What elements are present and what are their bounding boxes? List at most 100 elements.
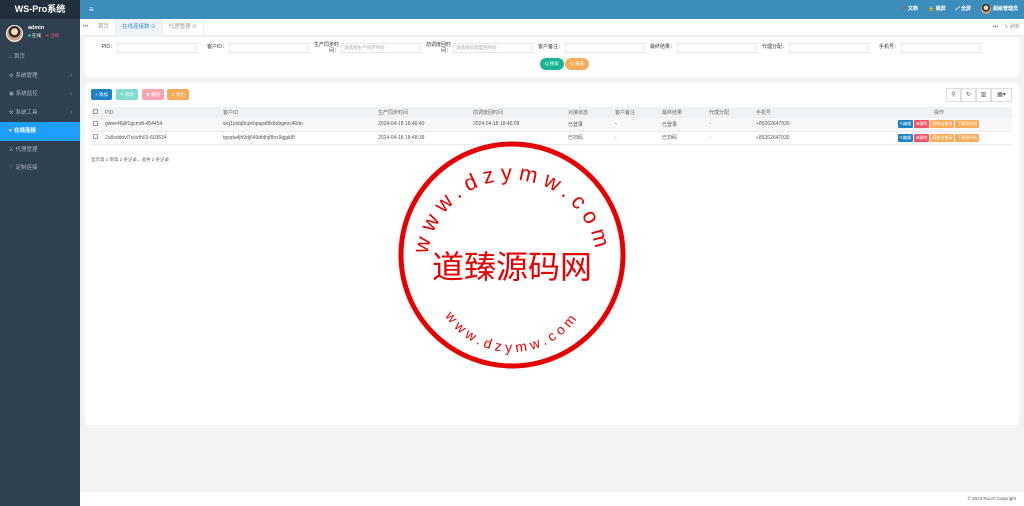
checkbox-icon[interactable]	[93, 120, 98, 126]
seal-center-text: 道臻源码网	[432, 248, 592, 286]
sidebar-item-tools[interactable]: ⚒ 系统工具 ‹	[0, 104, 80, 123]
edit-button[interactable]: ✎ 修改	[116, 89, 139, 100]
user-panel: admin 在线 ➜ 注销	[0, 19, 80, 45]
pid-input[interactable]	[117, 43, 197, 53]
client-id-input[interactable]	[229, 43, 309, 53]
sidebar-item-proxy[interactable]: ☷ 代理管理	[0, 141, 80, 160]
row-get-code-button[interactable]: 获取出售码	[930, 120, 955, 129]
tab-online[interactable]: 在线连接数 ⊙	[116, 19, 163, 36]
cell-phone: +85262647930	[754, 118, 864, 132]
seal-bottom-text: www.dzymw.com	[442, 307, 582, 355]
chevron-left-icon: ‹	[70, 91, 72, 97]
callback-time-field: 前调度回时间： 请选择前调度回时间	[426, 42, 533, 54]
cell-phone: +85262647930	[754, 131, 864, 145]
tab-scroll-right-icon[interactable]: ⏭	[993, 19, 998, 36]
avatar[interactable]	[6, 25, 23, 42]
cell-result: 已登录	[660, 118, 707, 132]
add-button[interactable]: + 添加	[91, 89, 112, 100]
export-menu-icon[interactable]: ▦▾	[991, 88, 1012, 102]
sidebar-item-monitor[interactable]: ▣ 系统监控 ‹	[0, 85, 80, 104]
checkbox-icon[interactable]	[93, 109, 98, 114]
tab-proxy[interactable]: 代理管理 ⊙	[163, 19, 204, 36]
row-delete-button[interactable]: ✖删除	[914, 120, 930, 129]
tab-home[interactable]: 首页	[92, 19, 117, 36]
col-phone[interactable]: 手机号	[754, 107, 864, 118]
cell-pid: 2u8sdddvl7nlodh03-603634	[103, 131, 221, 145]
watermark-seal: www.dzymw.com 道臻源码网 www.dzymw.com	[398, 141, 626, 369]
row-download-button[interactable]: 下载源代码	[955, 120, 980, 129]
phone-field: 手机号：	[879, 43, 981, 53]
row-download-button[interactable]: 下载源代码	[955, 133, 980, 142]
menu-toggle-icon[interactable]: ≡	[89, 0, 94, 19]
col-sync-time[interactable]: 生产同步时间	[376, 107, 471, 118]
cell-sync-time: 2024-04-18 18:46:40	[376, 118, 471, 132]
sidebar-item-online[interactable]: ♥ 在线连接	[0, 122, 80, 141]
sidebar-item-home[interactable]: ⌂ 首页	[0, 48, 80, 67]
row-get-code-button[interactable]: 获取出售码	[930, 133, 955, 142]
proxy-assign-input[interactable]	[789, 43, 869, 53]
heart-outline-icon: ♡	[9, 165, 14, 171]
col-callback-time[interactable]: 前调度回时间	[471, 107, 566, 118]
docs-link[interactable]: ❓ 文档	[900, 0, 918, 19]
delete-button[interactable]: ✖ 删除	[142, 89, 165, 100]
sidebar-item-system[interactable]: ⚙ 系统管理 ‹	[0, 67, 80, 86]
client-note-input[interactable]	[565, 43, 645, 53]
search-panel: PID： 客户ID： 生产同步时间： 请选择生产同步时间 前调度回时间： 请选择…	[85, 37, 1019, 77]
col-proxy[interactable]: 代理分配	[707, 107, 754, 118]
table-header: PID 客户ID 生产同步时间 前调度回时间 对接状态 客户备注 最终结果 代理…	[91, 107, 1012, 118]
search-button[interactable]: Q 搜索	[540, 58, 564, 70]
online-label: 在线	[32, 33, 41, 38]
row-edit-button[interactable]: ✎编辑	[897, 120, 913, 129]
row-checkbox[interactable]	[91, 118, 103, 132]
monitor-icon: ▣	[9, 91, 14, 97]
copyright: © 2023 RuoYi Copyright	[967, 496, 1016, 501]
cell-client-id: wcj1pxbj8cpehpajsi8fx6obgevc40dn	[221, 118, 376, 132]
cell-callback-time: 2024-04-18 18:46:09	[471, 118, 566, 132]
row-checkbox[interactable]	[91, 131, 103, 145]
row-edit-button[interactable]: ✎编辑	[897, 133, 913, 142]
sync-time-input[interactable]: 请选择生产同步时间	[341, 43, 421, 53]
col-result[interactable]: 最终结果	[660, 107, 707, 118]
refresh-icon[interactable]: ↻	[961, 88, 976, 102]
sidebar-menu: ⌂ 首页 ⚙ 系统管理 ‹ ▣ 系统监控 ‹ ⚒ 系统工具 ‹ ♥ 在线连接 ☷ 代理管理 ♡ 定制…	[0, 48, 80, 178]
cell-pid: gwee46jkf1gcmdt-454454	[103, 118, 221, 132]
cell-proxy: -	[707, 118, 754, 132]
phone-input[interactable]	[901, 43, 981, 53]
tabs: 首页 在线连接数 ⊙ 代理管理 ⊙	[92, 19, 204, 36]
top-links: ❓ 文档 🔒 锁屏 ⤢ 全屏 超级管理员	[900, 0, 1018, 19]
reset-button[interactable]: ↻ 重置	[565, 58, 590, 70]
lock-screen-link[interactable]: 🔒 锁屏	[928, 0, 946, 19]
client-note-field: 客户备注：	[538, 43, 645, 53]
export-button[interactable]: ⇩ 导出	[167, 89, 190, 100]
tab-bar: ⏮ 首页 在线连接数 ⊙ 代理管理 ⊙ ⏭ ↻ 刷新	[80, 19, 1024, 36]
sidebar-item-custom[interactable]: ♡ 定制连接	[0, 159, 80, 178]
pagination-info: 显示第 1 到第 2 条记录，总共 2 条记录	[91, 157, 170, 162]
app-title: WS-Pro系统	[0, 0, 80, 19]
row-delete-button[interactable]: ✖删除	[914, 133, 930, 142]
chevron-left-icon: ‹	[70, 72, 72, 79]
refresh-button[interactable]: ↻ 刷新	[1004, 19, 1020, 36]
user-status: 在线 ➜ 注销	[28, 33, 59, 39]
cell-note: -	[613, 118, 660, 132]
logout-link[interactable]: ➜ 注销	[45, 33, 59, 38]
checkbox-icon[interactable]	[93, 134, 98, 139]
col-pid[interactable]: PID	[103, 107, 221, 118]
callback-time-input[interactable]: 请选择前调度回时间	[453, 43, 533, 53]
online-dot-icon	[28, 34, 31, 37]
avatar	[980, 3, 991, 14]
col-client-id[interactable]: 客户ID	[221, 107, 376, 118]
columns-icon[interactable]: ▥	[976, 88, 991, 102]
tab-scroll-left-icon[interactable]: ⏮	[83, 19, 88, 36]
final-result-input[interactable]	[677, 43, 757, 53]
col-note[interactable]: 客户备注	[613, 107, 660, 118]
header-checkbox[interactable]	[91, 107, 103, 118]
cell-proxy: -	[707, 131, 754, 145]
search-toggle-icon[interactable]: ⚲	[946, 88, 961, 102]
tools-icon: ⚒	[9, 109, 14, 116]
user-name: admin	[28, 25, 45, 31]
col-status[interactable]: 对接状态	[566, 107, 613, 118]
data-table: PID 客户ID 生产同步时间 前调度回时间 对接状态 客户备注 最终结果 代理…	[91, 107, 1012, 145]
fullscreen-link[interactable]: ⤢ 全屏	[956, 0, 971, 19]
user-menu[interactable]: 超级管理员	[980, 0, 1018, 19]
table-row: gwee46jkf1gcmdt-454454 wcj1pxbj8cpehpajs…	[91, 118, 1012, 132]
